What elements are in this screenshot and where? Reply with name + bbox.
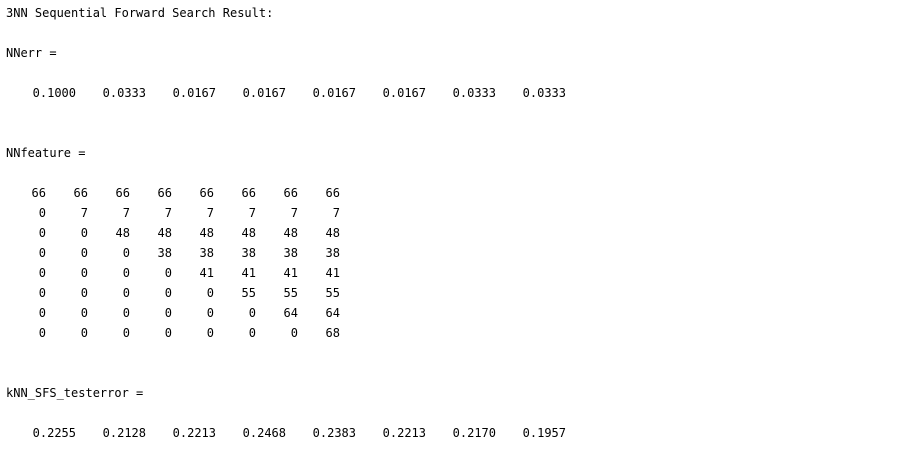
testerror-value: 0.2255 (32, 426, 76, 440)
nnfeature-cell: 0 (38, 246, 46, 260)
testerror-value: 0.1957 (522, 426, 566, 440)
testerror-value: 0.2383 (312, 426, 356, 440)
nnfeature-cell: 0 (122, 326, 130, 340)
nnfeature-cell: 7 (332, 206, 340, 220)
nnerr-label: NNerr = (6, 46, 57, 60)
nnfeature-cell: 0 (164, 306, 172, 320)
nnfeature-cell: 48 (283, 226, 298, 240)
nnfeature-cell: 0 (248, 306, 256, 320)
nnfeature-cell: 0 (164, 266, 172, 280)
nnfeature-cell: 66 (283, 186, 298, 200)
testerror-label: kNN_SFS_testerror = (6, 386, 144, 400)
nnfeature-cell: 64 (325, 306, 340, 320)
nnfeature-cell: 64 (283, 306, 298, 320)
nnfeature-cell: 0 (206, 306, 214, 320)
nnfeature-cell: 41 (199, 266, 214, 280)
nnfeature-row: 0 0 0 0 0 0 0 68 (0, 325, 902, 341)
testerror-value: 0.2213 (172, 426, 216, 440)
nnfeature-cell: 0 (164, 326, 172, 340)
nnfeature-row: 0 0 48 48 48 48 48 48 (0, 225, 902, 241)
nnfeature-cell: 55 (283, 286, 298, 300)
nnfeature-cell: 0 (38, 286, 46, 300)
nnfeature-cell: 0 (80, 306, 88, 320)
nnfeature-cell: 0 (164, 286, 172, 300)
nnfeature-cell: 48 (115, 226, 130, 240)
nnfeature-cell: 0 (290, 326, 298, 340)
nnerr-value: 0.0167 (382, 86, 426, 100)
testerror-value: 0.2468 (242, 426, 286, 440)
nnerr-value: 0.0167 (172, 86, 216, 100)
nnfeature-cell: 7 (164, 206, 172, 220)
nnfeature-cell: 0 (122, 306, 130, 320)
nnfeature-cell: 0 (38, 266, 46, 280)
nnfeature-cell: 0 (206, 326, 214, 340)
nnfeature-cell: 7 (206, 206, 214, 220)
nnfeature-cell: 0 (80, 326, 88, 340)
result-title: 3NN Sequential Forward Search Result: (6, 6, 274, 20)
nnfeature-cell: 7 (122, 206, 130, 220)
nnerr-value: 0.0333 (452, 86, 496, 100)
nnfeature-cell: 0 (122, 286, 130, 300)
nnerr-value: 0.1000 (32, 86, 76, 100)
nnfeature-cell: 38 (199, 246, 214, 260)
nnfeature-cell: 66 (31, 186, 46, 200)
nnfeature-row: 0 0 0 0 41 41 41 41 (0, 265, 902, 281)
nnfeature-cell: 48 (325, 226, 340, 240)
testerror-value: 0.2170 (452, 426, 496, 440)
nnfeature-cell: 0 (80, 246, 88, 260)
nnfeature-cell: 0 (248, 326, 256, 340)
nnfeature-row: 0 0 0 38 38 38 38 38 (0, 245, 902, 261)
nnfeature-cell: 41 (283, 266, 298, 280)
nnfeature-cell: 0 (38, 326, 46, 340)
nnfeature-cell: 0 (80, 266, 88, 280)
nnfeature-cell: 66 (73, 186, 88, 200)
nnfeature-cell: 7 (80, 206, 88, 220)
nnfeature-cell: 0 (38, 206, 46, 220)
nnfeature-cell: 0 (38, 306, 46, 320)
testerror-value: 0.2213 (382, 426, 426, 440)
nnfeature-cell: 66 (115, 186, 130, 200)
nnfeature-cell: 38 (283, 246, 298, 260)
nnfeature-cell: 68 (325, 326, 340, 340)
nnfeature-cell: 48 (157, 226, 172, 240)
nnerr-value: 0.0167 (312, 86, 356, 100)
nnfeature-cell: 48 (241, 226, 256, 240)
nnfeature-cell: 0 (206, 286, 214, 300)
nnerr-row: 0.1000 0.0333 0.0167 0.0167 0.0167 0.016… (0, 85, 902, 101)
nnfeature-label: NNfeature = (6, 146, 86, 160)
nnfeature-cell: 0 (38, 226, 46, 240)
nnfeature-cell: 66 (325, 186, 340, 200)
testerror-value: 0.2128 (102, 426, 146, 440)
nnfeature-cell: 0 (80, 226, 88, 240)
nnfeature-cell: 0 (80, 286, 88, 300)
nnfeature-row: 66 66 66 66 66 66 66 66 (0, 185, 902, 201)
nnfeature-cell: 7 (290, 206, 298, 220)
command-window-output: 3NN Sequential Forward Search Result: NN… (0, 0, 902, 464)
nnfeature-cell: 66 (241, 186, 256, 200)
testerror-row: 0.2255 0.2128 0.2213 0.2468 0.2383 0.221… (0, 425, 902, 441)
nnerr-value: 0.0333 (522, 86, 566, 100)
nnfeature-cell: 55 (325, 286, 340, 300)
nnfeature-row: 0 7 7 7 7 7 7 7 (0, 205, 902, 221)
nnfeature-cell: 55 (241, 286, 256, 300)
nnfeature-cell: 41 (325, 266, 340, 280)
nnfeature-cell: 38 (241, 246, 256, 260)
nnfeature-cell: 0 (122, 246, 130, 260)
nnfeature-cell: 0 (122, 266, 130, 280)
nnfeature-cell: 38 (325, 246, 340, 260)
nnfeature-cell: 7 (248, 206, 256, 220)
nnfeature-cell: 48 (199, 226, 214, 240)
nnerr-value: 0.0333 (102, 86, 146, 100)
nnerr-value: 0.0167 (242, 86, 286, 100)
nnfeature-cell: 66 (157, 186, 172, 200)
nnfeature-row: 0 0 0 0 0 0 64 64 (0, 305, 902, 321)
nnfeature-cell: 38 (157, 246, 172, 260)
nnfeature-row: 0 0 0 0 0 55 55 55 (0, 285, 902, 301)
nnfeature-cell: 66 (199, 186, 214, 200)
nnfeature-cell: 41 (241, 266, 256, 280)
